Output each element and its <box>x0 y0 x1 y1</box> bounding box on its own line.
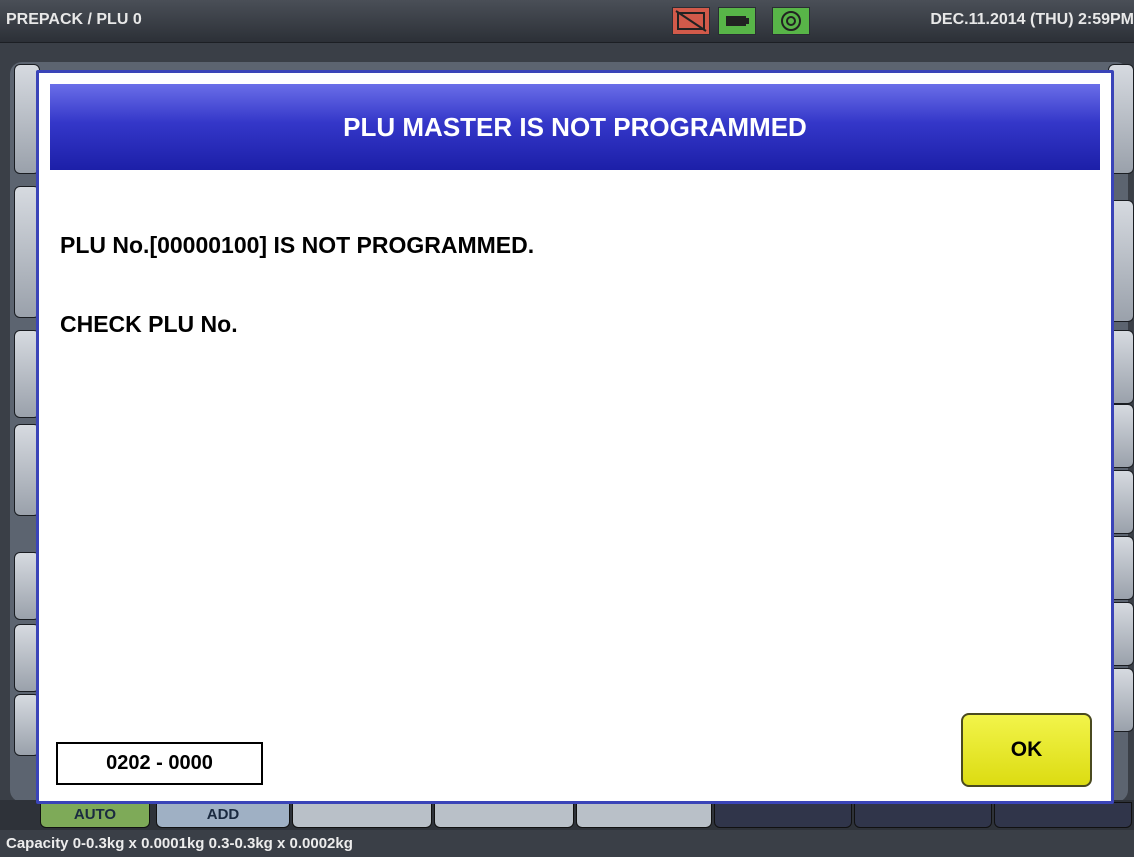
add-key[interactable]: ADD <box>156 802 290 828</box>
error-message: PLU No.[00000100] IS NOT PROGRAMMED. <box>60 232 535 258</box>
soft-key[interactable] <box>576 802 712 828</box>
capacity-info-bar: Capacity 0-0.3kg x 0.0001kg 0.3-0.3kg x … <box>0 830 1134 857</box>
soft-key[interactable] <box>714 802 852 828</box>
soft-key[interactable] <box>854 802 992 828</box>
error-code: 0202 - 0000 <box>56 742 263 785</box>
ok-button[interactable]: OK <box>961 713 1092 787</box>
soft-key[interactable] <box>434 802 574 828</box>
soft-key[interactable] <box>994 802 1132 828</box>
dialog-title: PLU MASTER IS NOT PROGRAMMED <box>50 84 1100 170</box>
instruction-message: CHECK PLU No. <box>60 311 238 337</box>
date-time: DEC.11.2014 (THU) 2:59PM <box>930 11 1134 28</box>
battery-icon <box>718 7 756 35</box>
soft-key[interactable] <box>292 802 432 828</box>
error-dialog: PLU MASTER IS NOT PROGRAMMED PLU No.[000… <box>36 70 1114 804</box>
printer-status-icon <box>672 7 710 35</box>
auto-key[interactable]: AUTO <box>40 802 150 828</box>
network-icon <box>772 7 810 35</box>
capacity-text: Capacity 0-0.3kg x 0.0001kg 0.3-0.3kg x … <box>6 835 353 852</box>
screen-title: PREPACK / PLU 0 <box>6 11 142 28</box>
status-bar: PREPACK / PLU 0 DEC.11.2014 (THU) 2:59PM <box>0 0 1134 43</box>
